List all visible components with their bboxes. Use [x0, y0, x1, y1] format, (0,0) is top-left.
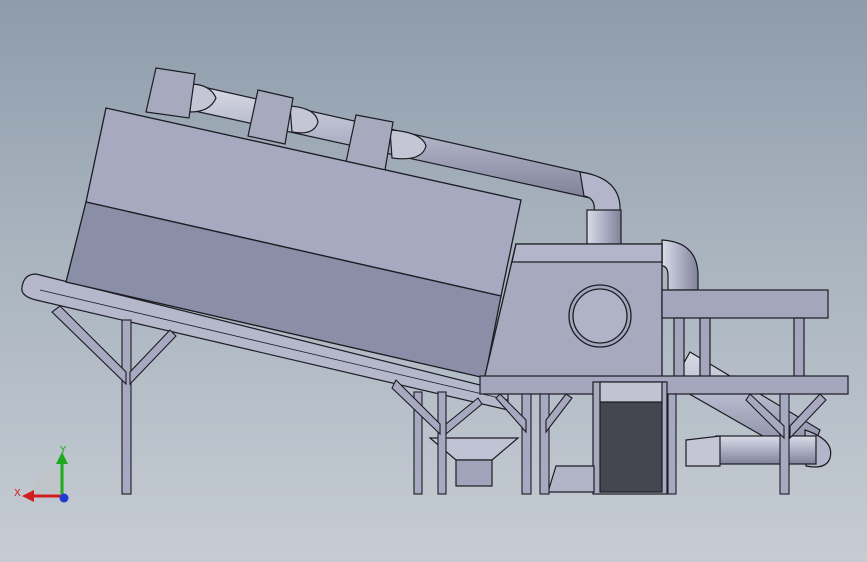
- return-pipe: [661, 239, 832, 468]
- drive-housing: [483, 243, 663, 381]
- triad-y-label: Y: [59, 445, 67, 456]
- triad-x-label: X: [14, 488, 21, 499]
- machine-assembly-drawing: Y X: [14, 67, 849, 503]
- coordinate-triad-icon: Y X: [14, 445, 69, 503]
- access-panel: [592, 381, 668, 495]
- cad-viewport[interactable]: Y X: [0, 0, 867, 562]
- chute: [547, 465, 595, 493]
